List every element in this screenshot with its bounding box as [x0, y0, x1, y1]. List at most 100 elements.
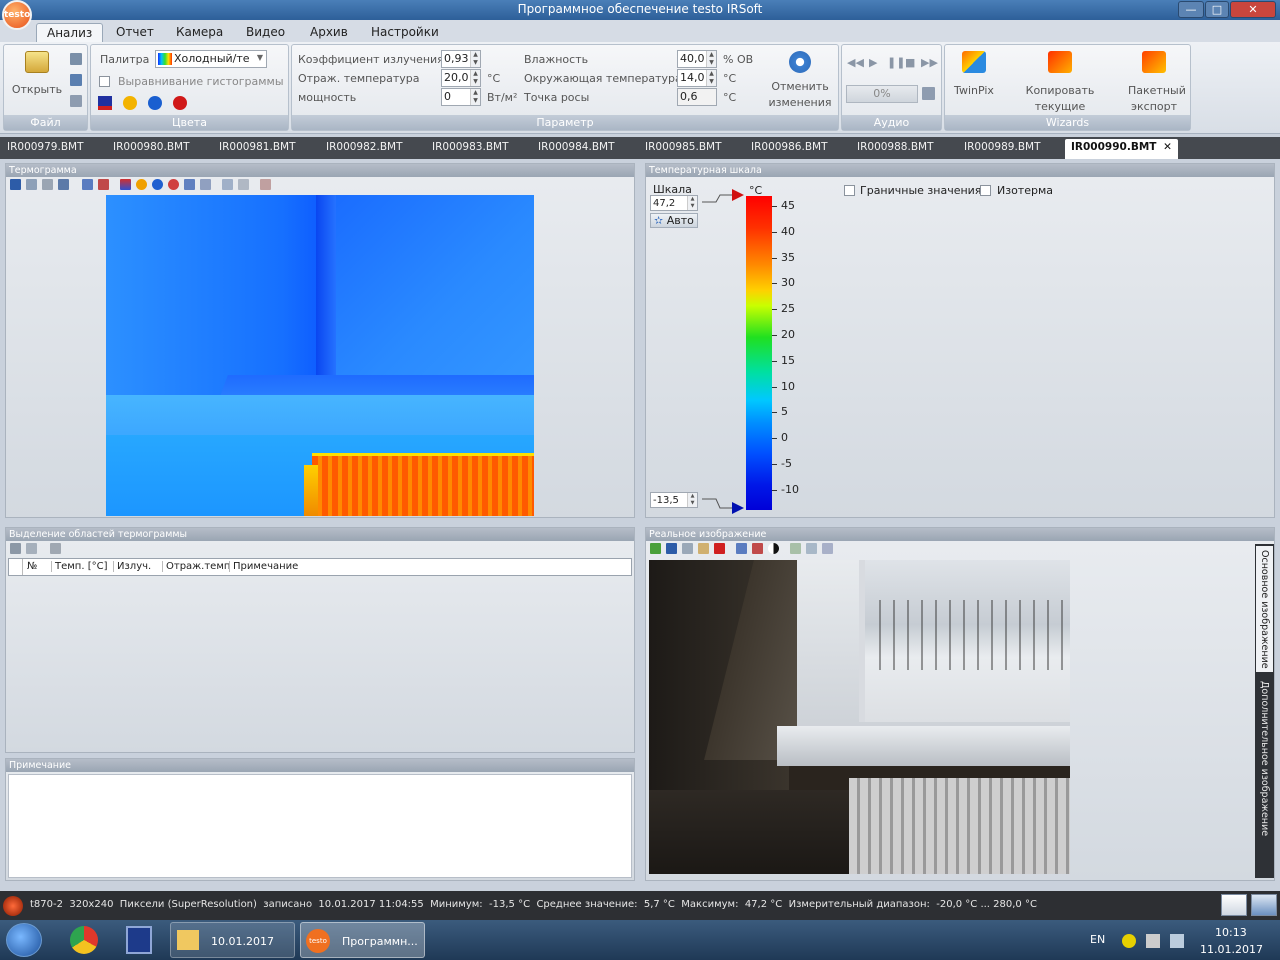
histogram-checkbox[interactable] [99, 76, 110, 87]
copy-icon[interactable] [26, 179, 37, 190]
col-refl-temp[interactable]: Отраж.темп [162, 561, 230, 572]
mirror-icon[interactable] [98, 179, 109, 190]
zoom-fit-icon[interactable] [822, 543, 833, 554]
undo-changes-button[interactable]: Отменить изменения [762, 51, 838, 111]
pause-icon[interactable]: ❚❚ [887, 56, 905, 69]
spinner-icon[interactable]: ▲ ▼ [706, 51, 716, 67]
volume-icon[interactable] [1146, 934, 1160, 948]
grid-icon[interactable] [260, 179, 271, 190]
export-icon[interactable] [42, 179, 53, 190]
tab-report[interactable]: Отчет [106, 23, 164, 42]
line-color-icon[interactable] [98, 96, 112, 110]
file-tab[interactable]: IR000983.BMT [432, 141, 509, 153]
testo-logo[interactable]: testo [2, 0, 32, 30]
window-icon[interactable] [58, 179, 69, 190]
file-tab[interactable]: IR000984.BMT [538, 141, 615, 153]
delete-icon[interactable] [50, 543, 61, 554]
audio-save-icon[interactable] [922, 87, 935, 100]
taskbar-app[interactable]: testo Программн... [300, 922, 425, 958]
save-icon[interactable] [10, 179, 21, 190]
layout-dual-icon[interactable] [1251, 894, 1277, 916]
clock-time[interactable]: 10:13 [1215, 926, 1247, 939]
rotate-icon[interactable] [82, 179, 93, 190]
file-tab-active[interactable]: IR000990.BMT ✕ [1065, 139, 1178, 159]
start-button[interactable] [6, 923, 42, 957]
col-note[interactable]: Примечание [229, 561, 298, 572]
humidity-input[interactable]: 40,0 ▲ ▼ [677, 50, 717, 68]
file-tab[interactable]: IR000985.BMT [645, 141, 722, 153]
point-icon[interactable] [168, 179, 179, 190]
col-emissivity[interactable]: Излуч. [113, 561, 151, 572]
batch-export-button[interactable]: Пакетный экспорт [1121, 51, 1187, 115]
side-tab-additional[interactable]: Дополнительное изображение [1256, 680, 1273, 838]
isotherm-checkbox[interactable] [980, 185, 991, 196]
rewind-icon[interactable]: ◀◀ [847, 56, 864, 69]
tray-icon[interactable] [1122, 934, 1136, 948]
note-textarea[interactable] [8, 774, 632, 878]
forward-icon[interactable]: ▶▶ [921, 56, 938, 69]
open-button[interactable]: Открыть [8, 51, 66, 98]
mirror-icon[interactable] [752, 543, 763, 554]
paste-icon[interactable] [698, 543, 709, 554]
floppy-icon[interactable] [126, 926, 152, 954]
file-tab[interactable]: IR000979.BMT [7, 141, 84, 153]
col-number[interactable]: № [27, 561, 37, 572]
histogram-icon[interactable] [184, 179, 195, 190]
save-icon[interactable] [10, 543, 21, 554]
fill-color-icon[interactable] [123, 96, 137, 110]
copy-icon[interactable] [26, 543, 37, 554]
real-photo[interactable] [649, 560, 1070, 874]
tab-video[interactable]: Видео [236, 23, 295, 42]
tab-settings[interactable]: Настройки [361, 23, 449, 42]
refl-temp-input[interactable]: 20,0 ▲ ▼ [441, 69, 481, 87]
palette-select[interactable]: Холодный/те ▼ [155, 50, 267, 68]
file-tab[interactable]: IR000989.BMT [964, 141, 1041, 153]
save-icon[interactable] [70, 53, 82, 65]
close-button[interactable]: ✕ [1230, 1, 1276, 18]
tab-camera[interactable]: Камера [166, 23, 233, 42]
maximize-button[interactable]: □ [1205, 1, 1229, 18]
rotate-icon[interactable] [736, 543, 747, 554]
scale-icon[interactable] [120, 179, 131, 190]
file-tab[interactable]: IR000981.BMT [219, 141, 296, 153]
save-icon[interactable] [666, 543, 677, 554]
delete-icon[interactable] [714, 543, 725, 554]
emissivity-input[interactable]: 0,93 ▲ ▼ [441, 50, 481, 68]
layout-single-icon[interactable] [1221, 894, 1247, 916]
contrast-icon[interactable] [768, 543, 779, 554]
zoom-out-icon[interactable] [806, 543, 817, 554]
area-icon[interactable] [222, 179, 233, 190]
stop-icon[interactable]: ■ [905, 56, 915, 69]
profile-icon[interactable] [200, 179, 211, 190]
network-icon[interactable] [1170, 934, 1184, 948]
chrome-icon[interactable] [70, 926, 98, 954]
col-temp[interactable]: Темп. [°C] [51, 561, 108, 572]
clock-date[interactable]: 11.01.2017 [1200, 943, 1263, 956]
limits-checkbox[interactable] [844, 185, 855, 196]
save-all-icon[interactable] [70, 95, 82, 107]
file-tab[interactable]: IR000986.BMT [751, 141, 828, 153]
twinpix-button[interactable]: TwinPix [949, 51, 999, 99]
taskbar-folder[interactable]: 10.01.2017 [170, 922, 295, 958]
tab-archive[interactable]: Архив [300, 23, 358, 42]
save-as-icon[interactable] [70, 74, 82, 86]
spinner-icon[interactable]: ▲ ▼ [470, 51, 480, 67]
spinner-icon[interactable]: ▲ ▼ [706, 70, 716, 86]
marker-color-icon[interactable] [173, 96, 187, 110]
side-tab-main[interactable]: Основное изображение [1256, 546, 1273, 672]
play-icon[interactable]: ▶ [869, 56, 877, 69]
pen-color-icon[interactable] [148, 96, 162, 110]
close-tab-icon[interactable]: ✕ [1163, 141, 1172, 153]
ambient-input[interactable]: 14,0 ▲ ▼ [677, 69, 717, 87]
thermal-image[interactable] [106, 195, 534, 516]
coldspot-icon[interactable] [152, 179, 163, 190]
max-marker[interactable] [732, 189, 744, 201]
minimize-button[interactable]: — [1178, 1, 1204, 18]
min-marker[interactable] [732, 502, 744, 514]
spinner-icon[interactable]: ▲ ▼ [470, 89, 480, 105]
file-tab[interactable]: IR000988.BMT [857, 141, 934, 153]
delete-icon[interactable] [238, 179, 249, 190]
zoom-in-icon[interactable] [790, 543, 801, 554]
file-tab[interactable]: IR000982.BMT [326, 141, 403, 153]
tab-analysis[interactable]: Анализ [36, 23, 104, 42]
